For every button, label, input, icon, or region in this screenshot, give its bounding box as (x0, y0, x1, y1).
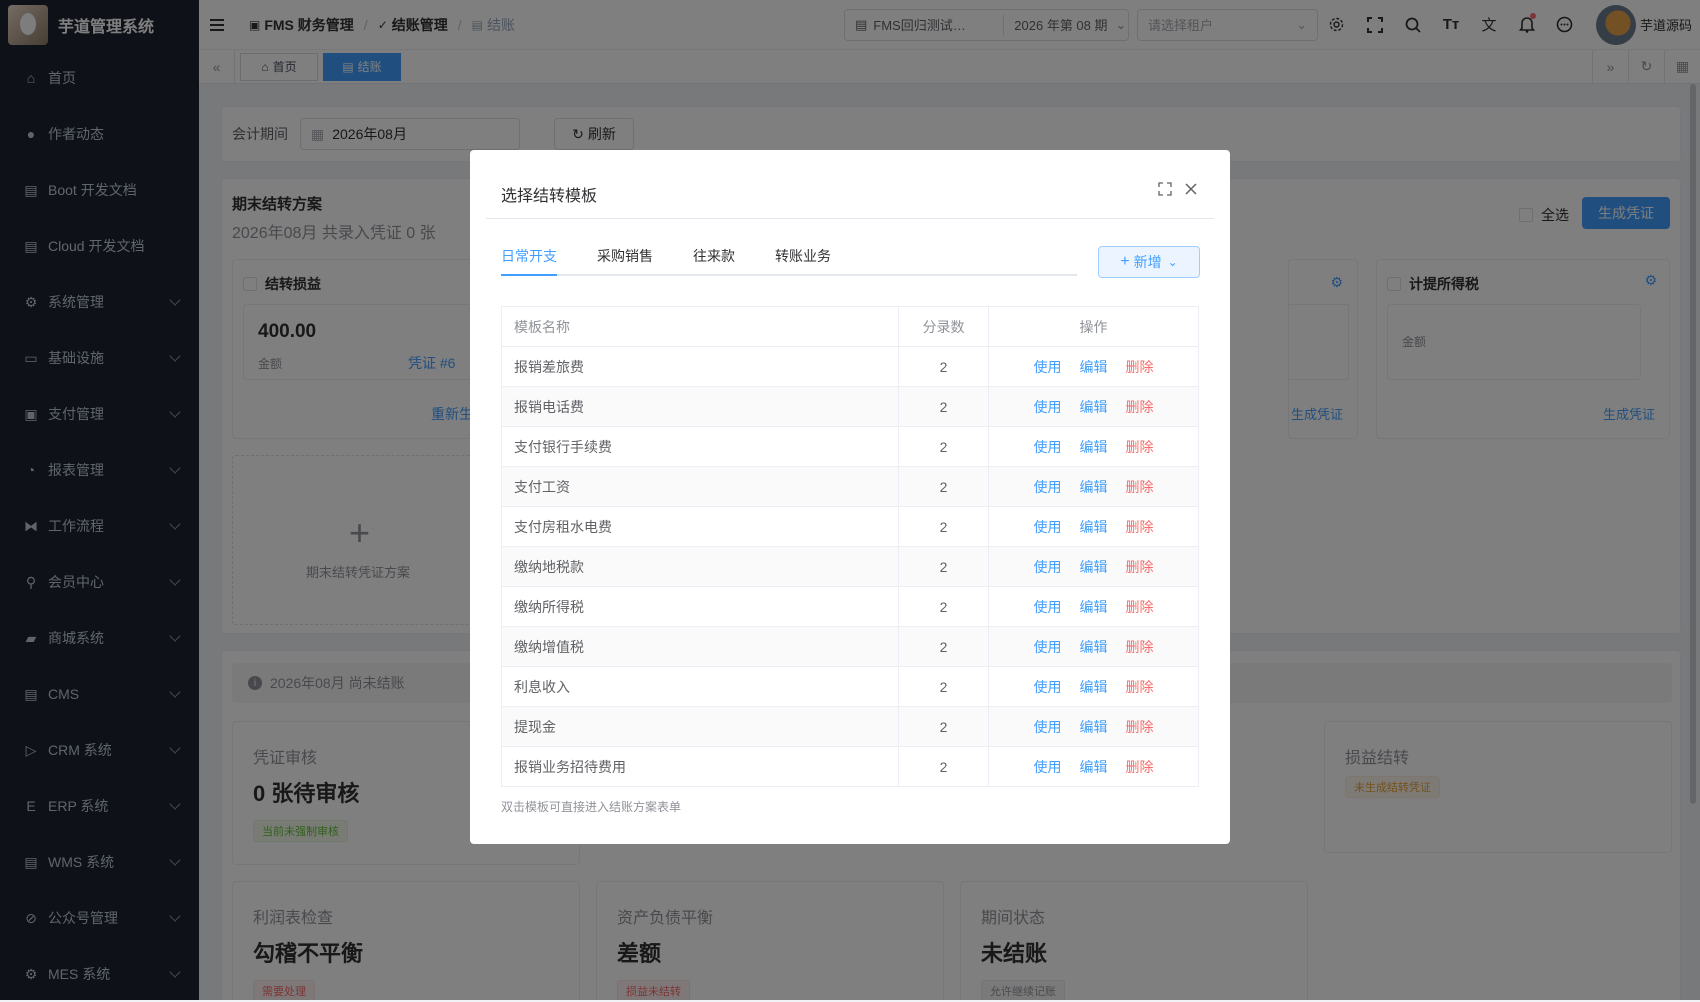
template-dialog: 选择结转模板 日常开支 采购销售 往来款 转账业务 + 新增 ⌄ 模板名称 分录… (470, 150, 1230, 844)
edit-button[interactable]: 编辑 (1080, 399, 1108, 415)
edit-button[interactable]: 编辑 (1080, 639, 1108, 655)
template-name: 支付房租水电费 (502, 507, 899, 547)
template-name: 利息收入 (502, 667, 899, 707)
use-button[interactable]: 使用 (1034, 559, 1062, 575)
entry-count: 2 (899, 587, 989, 627)
entry-count: 2 (899, 427, 989, 467)
use-button[interactable]: 使用 (1034, 479, 1062, 495)
entry-count: 2 (899, 347, 989, 387)
template-name: 缴纳地税款 (502, 547, 899, 587)
dialog-header-divider (486, 218, 1214, 219)
delete-button[interactable]: 删除 (1126, 519, 1154, 535)
entry-count: 2 (899, 467, 989, 507)
entry-count: 2 (899, 627, 989, 667)
row-actions: 使用 编辑 删除 (989, 627, 1199, 667)
edit-button[interactable]: 编辑 (1080, 599, 1108, 615)
use-button[interactable]: 使用 (1034, 759, 1062, 775)
column-header: 操作 (989, 307, 1199, 347)
row-actions: 使用 编辑 删除 (989, 427, 1199, 467)
delete-button[interactable]: 删除 (1126, 439, 1154, 455)
delete-button[interactable]: 删除 (1126, 679, 1154, 695)
table-header-row: 模板名称 分录数 操作 (502, 307, 1199, 347)
row-actions: 使用 编辑 删除 (989, 507, 1199, 547)
template-table: 模板名称 分录数 操作 报销差旅费2使用编辑删除报销电话费2使用编辑删除支付银行… (501, 306, 1199, 787)
template-name: 提现金 (502, 707, 899, 747)
template-name: 缴纳增值税 (502, 627, 899, 667)
row-actions: 使用 编辑 删除 (989, 587, 1199, 627)
table-row[interactable]: 报销电话费2 使用 编辑 删除 (502, 387, 1199, 427)
row-actions: 使用 编辑 删除 (989, 347, 1199, 387)
close-icon[interactable] (1184, 182, 1198, 196)
entry-count: 2 (899, 707, 989, 747)
table-row[interactable]: 报销业务招待费用2 使用 编辑 删除 (502, 747, 1199, 787)
table-row[interactable]: 支付银行手续费2 使用 编辑 删除 (502, 427, 1199, 467)
use-button[interactable]: 使用 (1034, 439, 1062, 455)
row-actions: 使用 编辑 删除 (989, 547, 1199, 587)
edit-button[interactable]: 编辑 (1080, 359, 1108, 375)
table-row[interactable]: 报销差旅费2 使用 编辑 删除 (502, 347, 1199, 387)
maximize-icon[interactable] (1158, 182, 1172, 196)
row-actions: 使用 编辑 删除 (989, 387, 1199, 427)
table-row[interactable]: 支付房租水电费2 使用 编辑 删除 (502, 507, 1199, 547)
table-body: 报销差旅费2使用编辑删除报销电话费2使用编辑删除支付银行手续费2使用编辑删除支付… (502, 347, 1199, 787)
row-actions: 使用 编辑 删除 (989, 467, 1199, 507)
edit-button[interactable]: 编辑 (1080, 559, 1108, 575)
tab-transfer[interactable]: 转账业务 (775, 236, 831, 276)
delete-button[interactable]: 删除 (1126, 399, 1154, 415)
use-button[interactable]: 使用 (1034, 399, 1062, 415)
row-actions: 使用 编辑 删除 (989, 707, 1199, 747)
template-name: 报销业务招待费用 (502, 747, 899, 787)
column-header: 分录数 (899, 307, 989, 347)
entry-count: 2 (899, 747, 989, 787)
entry-count: 2 (899, 667, 989, 707)
entry-count: 2 (899, 507, 989, 547)
entry-count: 2 (899, 547, 989, 587)
use-button[interactable]: 使用 (1034, 359, 1062, 375)
use-button[interactable]: 使用 (1034, 519, 1062, 535)
edit-button[interactable]: 编辑 (1080, 759, 1108, 775)
chevron-down-icon: ⌄ (1168, 255, 1178, 269)
entry-count: 2 (899, 387, 989, 427)
edit-button[interactable]: 编辑 (1080, 479, 1108, 495)
add-template-label: 新增 (1134, 252, 1162, 272)
delete-button[interactable]: 删除 (1126, 759, 1154, 775)
edit-button[interactable]: 编辑 (1080, 679, 1108, 695)
delete-button[interactable]: 删除 (1126, 479, 1154, 495)
delete-button[interactable]: 删除 (1126, 599, 1154, 615)
delete-button[interactable]: 删除 (1126, 719, 1154, 735)
template-name: 支付银行手续费 (502, 427, 899, 467)
use-button[interactable]: 使用 (1034, 639, 1062, 655)
template-name: 报销电话费 (502, 387, 899, 427)
edit-button[interactable]: 编辑 (1080, 519, 1108, 535)
tab-receivables[interactable]: 往来款 (693, 236, 735, 276)
template-name: 支付工资 (502, 467, 899, 507)
tab-purchase-sales[interactable]: 采购销售 (597, 236, 653, 276)
use-button[interactable]: 使用 (1034, 599, 1062, 615)
delete-button[interactable]: 删除 (1126, 359, 1154, 375)
add-template-button[interactable]: + 新增 ⌄ (1098, 246, 1200, 278)
delete-button[interactable]: 删除 (1126, 639, 1154, 655)
template-tabs: 日常开支 采购销售 往来款 转账业务 (501, 236, 1077, 276)
plus-icon: + (1120, 253, 1129, 271)
template-name: 报销差旅费 (502, 347, 899, 387)
template-name: 缴纳所得税 (502, 587, 899, 627)
delete-button[interactable]: 删除 (1126, 559, 1154, 575)
use-button[interactable]: 使用 (1034, 719, 1062, 735)
table-row[interactable]: 缴纳增值税2 使用 编辑 删除 (502, 627, 1199, 667)
table-row[interactable]: 缴纳所得税2 使用 编辑 删除 (502, 587, 1199, 627)
table-row[interactable]: 支付工资2 使用 编辑 删除 (502, 467, 1199, 507)
table-row[interactable]: 利息收入2 使用 编辑 删除 (502, 667, 1199, 707)
dialog-title: 选择结转模板 (501, 182, 597, 206)
tab-daily-expense[interactable]: 日常开支 (501, 236, 557, 276)
table-row[interactable]: 提现金2 使用 编辑 删除 (502, 707, 1199, 747)
dialog-hint: 双击模板可直接进入结账方案表单 (501, 798, 681, 815)
table-row[interactable]: 缴纳地税款2 使用 编辑 删除 (502, 547, 1199, 587)
edit-button[interactable]: 编辑 (1080, 439, 1108, 455)
row-actions: 使用 编辑 删除 (989, 747, 1199, 787)
row-actions: 使用 编辑 删除 (989, 667, 1199, 707)
use-button[interactable]: 使用 (1034, 679, 1062, 695)
column-header: 模板名称 (502, 307, 899, 347)
edit-button[interactable]: 编辑 (1080, 719, 1108, 735)
